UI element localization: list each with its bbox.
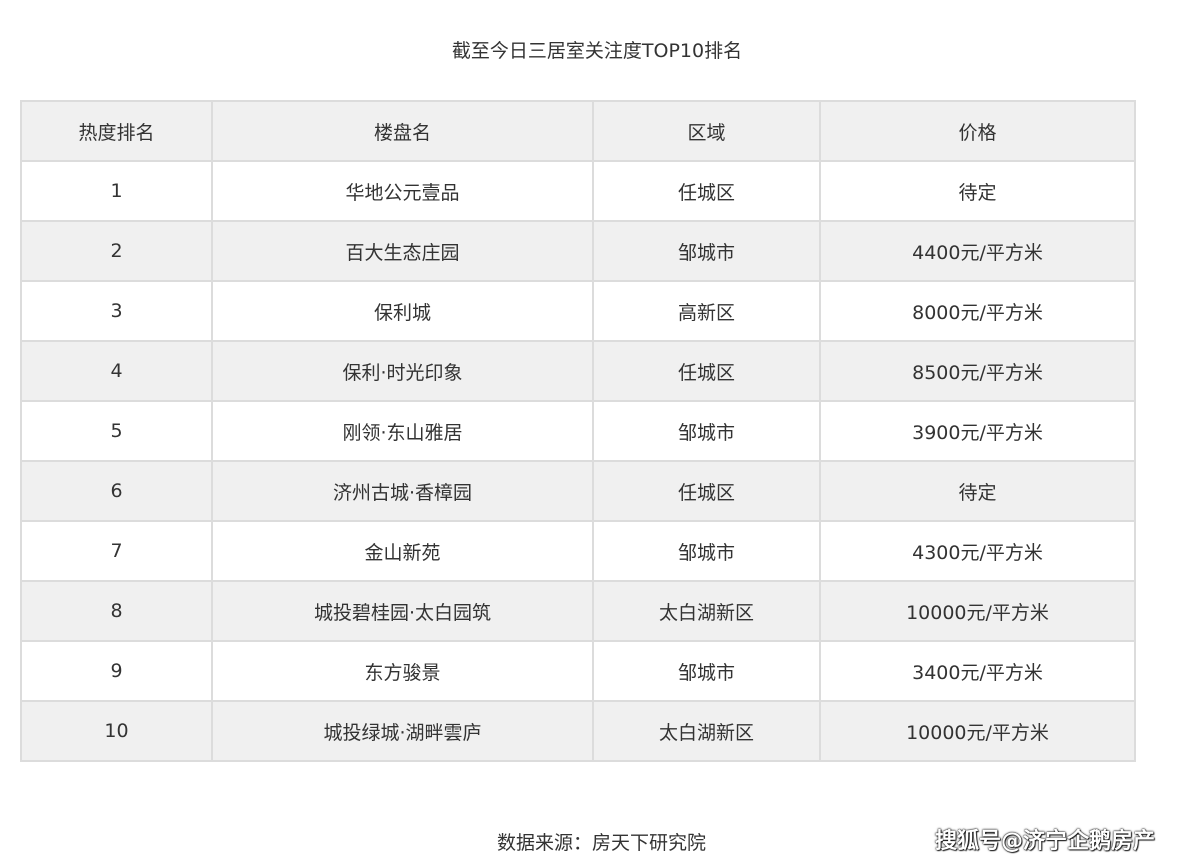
header-price: 价格 [819, 100, 1136, 162]
ranking-table: 热度排名 楼盘名 区域 价格 1 华地公元壹品 任城区 待定 2 百大生态庄园 … [20, 100, 1136, 762]
table-row: 2 百大生态庄园 邹城市 4400元/平方米 [20, 220, 1136, 282]
district-cell: 高新区 [592, 280, 821, 342]
table-header-row: 热度排名 楼盘名 区域 价格 [20, 100, 1136, 162]
header-district: 区域 [592, 100, 821, 162]
table-row: 6 济州古城·香樟园 任城区 待定 [20, 460, 1136, 522]
district-cell: 邹城市 [592, 400, 821, 462]
price-cell: 8000元/平方米 [819, 280, 1136, 342]
rank-cell: 2 [20, 220, 213, 282]
price-cell: 待定 [819, 460, 1136, 522]
rank-cell: 10 [20, 700, 213, 762]
table-title: 截至今日三居室关注度TOP10排名 [451, 40, 743, 62]
district-cell: 太白湖新区 [592, 700, 821, 762]
table-row: 3 保利城 高新区 8000元/平方米 [20, 280, 1136, 342]
district-cell: 邹城市 [592, 640, 821, 702]
price-cell: 10000元/平方米 [819, 700, 1136, 762]
table-row: 8 城投碧桂园·太白园筑 太白湖新区 10000元/平方米 [20, 580, 1136, 642]
project-name-cell: 东方骏景 [211, 640, 594, 702]
rank-cell: 1 [20, 160, 213, 222]
project-name-cell: 百大生态庄园 [211, 220, 594, 282]
project-name-cell: 华地公元壹品 [211, 160, 594, 222]
table-row: 10 城投绿城·湖畔雲庐 太白湖新区 10000元/平方米 [20, 700, 1136, 762]
rank-cell: 9 [20, 640, 213, 702]
district-cell: 任城区 [592, 460, 821, 522]
header-rank: 热度排名 [20, 100, 213, 162]
project-name-cell: 刚领·东山雅居 [211, 400, 594, 462]
table-row: 4 保利·时光印象 任城区 8500元/平方米 [20, 340, 1136, 402]
project-name-cell: 城投碧桂园·太白园筑 [211, 580, 594, 642]
price-cell: 4400元/平方米 [819, 220, 1136, 282]
header-project-name: 楼盘名 [211, 100, 594, 162]
price-cell: 10000元/平方米 [819, 580, 1136, 642]
rank-cell: 3 [20, 280, 213, 342]
table-row: 5 刚领·东山雅居 邹城市 3900元/平方米 [20, 400, 1136, 462]
district-cell: 邹城市 [592, 220, 821, 282]
project-name-cell: 城投绿城·湖畔雲庐 [211, 700, 594, 762]
price-cell: 3900元/平方米 [819, 400, 1136, 462]
rank-cell: 4 [20, 340, 213, 402]
price-cell: 8500元/平方米 [819, 340, 1136, 402]
price-cell: 3400元/平方米 [819, 640, 1136, 702]
data-source-note: 数据来源：房天下研究院 [497, 832, 707, 854]
table-row: 9 东方骏景 邹城市 3400元/平方米 [20, 640, 1136, 702]
rank-cell: 7 [20, 520, 213, 582]
district-cell: 邹城市 [592, 520, 821, 582]
project-name-cell: 保利城 [211, 280, 594, 342]
table-row: 1 华地公元壹品 任城区 待定 [20, 160, 1136, 222]
rank-cell: 8 [20, 580, 213, 642]
rank-cell: 6 [20, 460, 213, 522]
price-cell: 待定 [819, 160, 1136, 222]
watermark: 搜狐号@济宁企鹅房产 [935, 829, 1156, 854]
district-cell: 太白湖新区 [592, 580, 821, 642]
table-row: 7 金山新苑 邹城市 4300元/平方米 [20, 520, 1136, 582]
rank-cell: 5 [20, 400, 213, 462]
project-name-cell: 济州古城·香樟园 [211, 460, 594, 522]
district-cell: 任城区 [592, 340, 821, 402]
project-name-cell: 金山新苑 [211, 520, 594, 582]
project-name-cell: 保利·时光印象 [211, 340, 594, 402]
price-cell: 4300元/平方米 [819, 520, 1136, 582]
district-cell: 任城区 [592, 160, 821, 222]
